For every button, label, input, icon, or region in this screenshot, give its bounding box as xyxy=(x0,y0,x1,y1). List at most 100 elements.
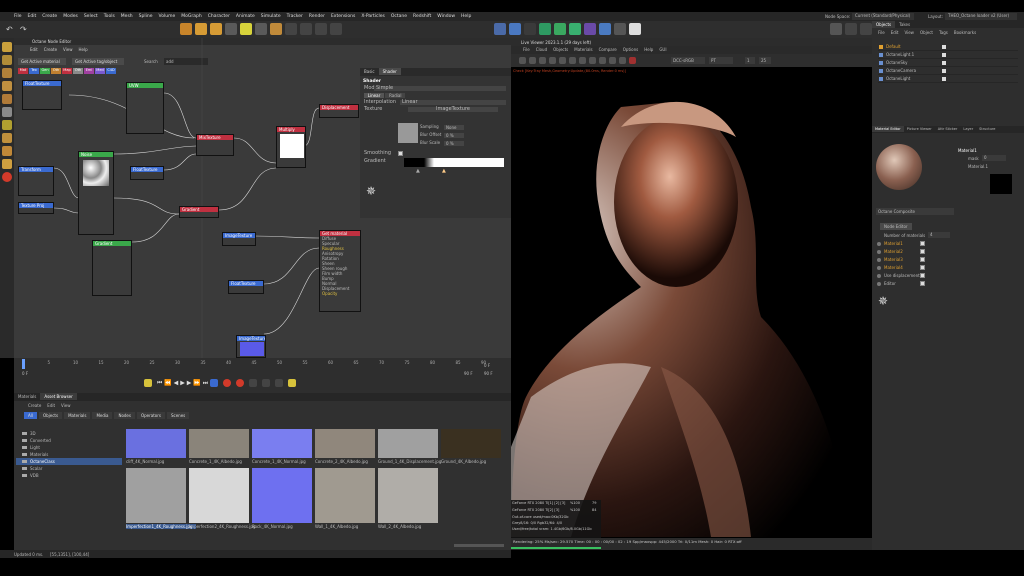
image-texture-node[interactable]: FloatTexture xyxy=(22,80,62,110)
obj-menu-object[interactable]: Object xyxy=(920,30,933,35)
folder-scalar[interactable]: Scalar xyxy=(16,465,122,472)
record-key-icon[interactable] xyxy=(222,379,231,387)
transform-node[interactable]: Transform xyxy=(18,166,54,196)
folder-octaneclass[interactable]: OctaneClass xyxy=(16,458,122,465)
axis-z-icon[interactable] xyxy=(315,23,327,35)
auto-key-icon[interactable] xyxy=(235,379,244,387)
obj-menu-tags[interactable]: Tags xyxy=(939,30,948,35)
timeline-current-frame[interactable]: 0 F xyxy=(484,363,490,368)
motion-icon[interactable] xyxy=(287,379,296,387)
edges-mode-icon[interactable] xyxy=(2,55,12,65)
lv-menu-objects[interactable]: Objects xyxy=(553,47,568,52)
undo-icon[interactable]: ↶ xyxy=(6,25,13,34)
deformer-icon[interactable] xyxy=(569,23,581,35)
menu-extensions[interactable]: Extensions xyxy=(331,14,355,19)
solo-icon[interactable] xyxy=(2,159,12,169)
polys-mode-icon[interactable] xyxy=(2,68,12,78)
tab-basic[interactable]: Basic xyxy=(360,68,379,75)
folder-vdb[interactable]: VDB xyxy=(16,472,122,479)
slot-checkbox[interactable] xyxy=(920,241,925,246)
folder-materials[interactable]: Materials xyxy=(16,451,122,458)
axis-mode-icon[interactable] xyxy=(2,107,12,117)
octane-render-icon[interactable] xyxy=(845,23,857,35)
filter-scenes[interactable]: Scenes xyxy=(166,412,190,419)
lv-samples-field[interactable]: 25 xyxy=(759,57,771,64)
asset-menu-edit[interactable]: Edit xyxy=(47,403,55,408)
viewport-icon[interactable] xyxy=(494,23,506,35)
texture-mode-icon[interactable] xyxy=(2,94,12,104)
asset-menu-create[interactable]: Create xyxy=(28,403,41,408)
menu-window[interactable]: Window xyxy=(437,14,455,19)
asset-card[interactable]: Wall_2_4K_Albedo.jpg xyxy=(378,468,438,530)
octane-settings-icon[interactable] xyxy=(860,23,872,35)
asset-card[interactable]: Ground_4K_Albedo.jpg xyxy=(441,429,501,465)
model-mode-icon[interactable] xyxy=(2,81,12,91)
lv-menu-materials[interactable]: Materials xyxy=(574,47,592,52)
menu-volume[interactable]: Volume xyxy=(159,14,176,19)
menu-select[interactable]: Select xyxy=(84,14,98,19)
lv-focus-icon[interactable] xyxy=(589,57,596,64)
loop-icon[interactable] xyxy=(210,379,219,387)
object-row[interactable]: OctaneSky xyxy=(878,59,1018,67)
num-materials-field[interactable]: 4 xyxy=(928,232,950,238)
gradient-ramp[interactable] xyxy=(404,158,504,167)
timeline-playhead[interactable] xyxy=(22,359,25,369)
filter-all[interactable]: All xyxy=(24,412,37,419)
octane-live-icon[interactable] xyxy=(830,23,842,35)
slot-checkbox[interactable] xyxy=(920,281,925,286)
lv-region-icon[interactable] xyxy=(569,57,576,64)
axis-y-icon[interactable] xyxy=(300,23,312,35)
filter-objects[interactable]: Objects xyxy=(38,412,63,419)
mask-field[interactable]: 0 xyxy=(982,155,1006,161)
cube-icon[interactable] xyxy=(509,23,521,35)
menu-simulate[interactable]: Simulate xyxy=(261,14,281,19)
timeline-end-frame-2[interactable]: 90 F xyxy=(484,371,493,376)
multiply-node[interactable]: Multiply xyxy=(276,126,306,168)
menu-file[interactable]: File xyxy=(14,14,22,19)
material-ref[interactable]: Material.1 xyxy=(968,164,988,169)
pin-opacity[interactable]: Opacity xyxy=(320,291,360,296)
menu-mograph[interactable]: MoGraph xyxy=(181,14,201,19)
texture-proj-node[interactable]: Texture Proj xyxy=(18,202,54,214)
lv-frame-field[interactable]: 1 xyxy=(745,57,755,64)
lv-kernel-select[interactable]: PT xyxy=(709,57,733,64)
asset-card[interactable]: Concrete_1_4K_Normal.jpg xyxy=(252,429,312,465)
image-texture-node-2[interactable]: ImageTexture xyxy=(236,335,266,358)
get-material-node[interactable]: Get material Diffuse Specular Roughness Ani… xyxy=(319,230,361,312)
go-end-icon[interactable]: ⏭ xyxy=(203,380,208,387)
interpolation-select[interactable]: Linear xyxy=(400,100,506,105)
prev-frame-icon[interactable]: ◀ xyxy=(174,380,179,387)
slot-checkbox[interactable] xyxy=(920,273,925,278)
uvw-node[interactable]: Gradient xyxy=(92,240,132,296)
lv-menu-gui[interactable]: GUI xyxy=(659,47,666,52)
record-icon[interactable] xyxy=(2,172,12,182)
workplane-icon[interactable] xyxy=(2,133,12,143)
render-icon[interactable] xyxy=(270,23,282,35)
render-region-icon[interactable] xyxy=(255,23,267,35)
asset-card[interactable]: Concrete_1_4K_Albedo.jpg xyxy=(189,429,249,465)
menu-modes[interactable]: Modes xyxy=(63,14,78,19)
attr-tab-2[interactable]: Attr Sticker xyxy=(935,126,961,132)
lv-pick-icon[interactable] xyxy=(579,57,586,64)
timeline-end-frame[interactable]: 90 F xyxy=(464,371,473,376)
coords-icon[interactable] xyxy=(225,23,237,35)
world-icon[interactable] xyxy=(330,23,342,35)
lv-color-space-select[interactable]: DCC-sRGB xyxy=(671,57,705,64)
redo-icon[interactable]: ↷ xyxy=(20,25,27,34)
lv-color-icon[interactable] xyxy=(629,57,636,64)
obj-menu-file[interactable]: File xyxy=(878,30,885,35)
menu-create[interactable]: Create xyxy=(42,14,57,19)
asset-card[interactable]: Ground_1_4K_Displacement.jpg xyxy=(378,429,441,465)
points-mode-icon[interactable] xyxy=(2,42,12,52)
lv-lock-icon[interactable] xyxy=(559,57,566,64)
mix-texture-node[interactable]: UVW xyxy=(126,82,164,134)
key-sel-icon[interactable] xyxy=(248,379,257,387)
tab-takes[interactable]: Takes xyxy=(895,21,914,28)
gradient-node[interactable]: Gradient xyxy=(179,206,219,218)
asset-menu-view[interactable]: View xyxy=(61,403,71,408)
blur-offset-field[interactable]: 0 % xyxy=(444,133,464,138)
mode-select[interactable]: Simple xyxy=(374,86,506,91)
lv-sub-icon[interactable] xyxy=(609,57,616,64)
lv-restart-icon[interactable] xyxy=(529,57,536,64)
attr-tab-0[interactable]: Material Editor xyxy=(872,126,904,132)
